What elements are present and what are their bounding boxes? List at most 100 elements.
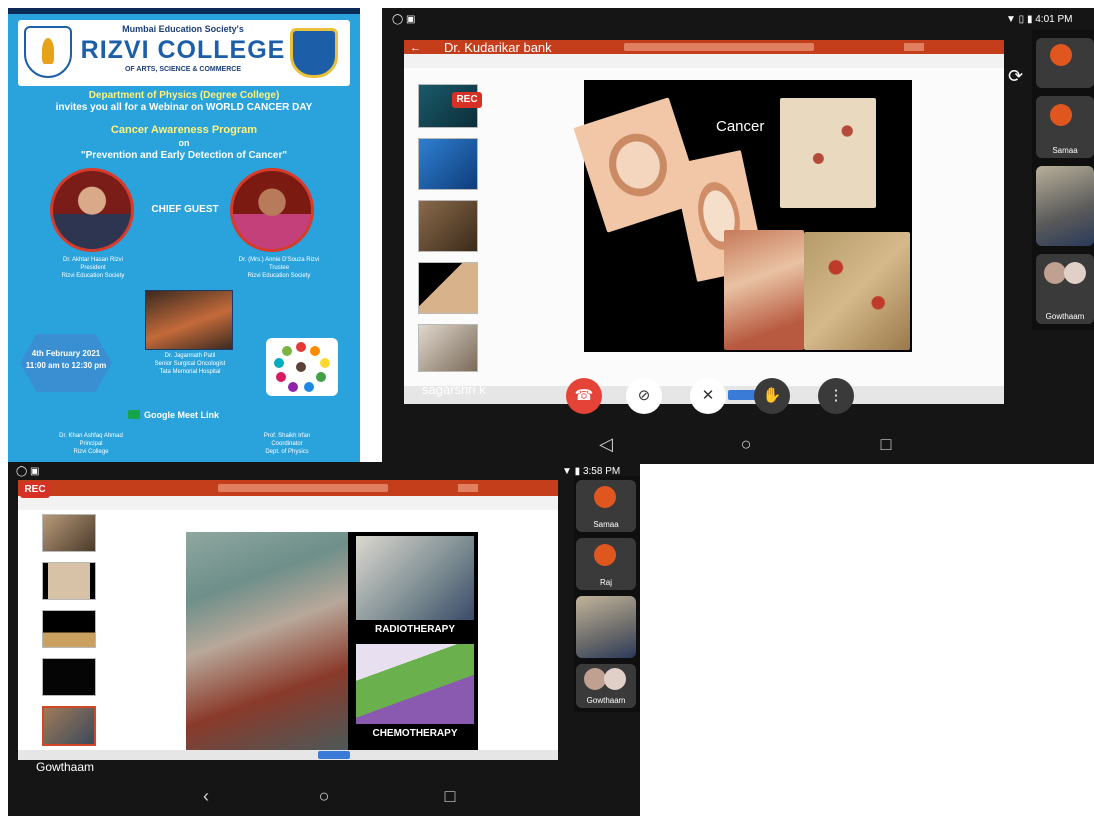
participant-tile[interactable]: Raj bbox=[576, 538, 636, 590]
tissue-image bbox=[804, 232, 910, 350]
college-emblem-icon bbox=[24, 26, 72, 78]
nav-home-icon[interactable]: ○ bbox=[312, 786, 336, 807]
status-icons-left: ◯ ▣ bbox=[392, 14, 416, 25]
nav-recents-icon[interactable]: □ bbox=[438, 786, 462, 807]
participant-name: Samaa bbox=[1052, 146, 1078, 155]
participant-tile[interactable] bbox=[1036, 38, 1094, 88]
meet-screenshot-1: ◯ ▣ ▼ ▯ ▮ 4:01 PM ← Dr. Kudarikar bank R… bbox=[382, 8, 1094, 464]
switch-camera-icon[interactable]: ⟳ bbox=[1008, 66, 1023, 87]
mic-off-button[interactable]: ✕ bbox=[690, 378, 726, 414]
society-name: Mumbai Education Society's bbox=[122, 24, 244, 34]
on-word: on bbox=[178, 138, 190, 148]
nav-recents-icon[interactable]: □ bbox=[874, 434, 898, 455]
footer-left: Dr. Khan Ashfaq Ahmad Principal Rizvi Co… bbox=[59, 433, 123, 455]
tissue-image bbox=[780, 98, 876, 208]
chief-guest-caption: Dr. Akhtar Hasan Rizvi President Rizvi E… bbox=[61, 257, 125, 279]
radiotherapy-photo bbox=[356, 536, 474, 620]
presentation-slide: RADIOTHERAPY CHEMOTHERAPY bbox=[186, 532, 478, 752]
participant-tile[interactable]: Samaa bbox=[576, 480, 636, 532]
participants-column: Samaa Raj Gowthaam bbox=[574, 476, 640, 712]
slide-thumbnail[interactable] bbox=[42, 610, 96, 648]
meet-screenshot-2: ◯ ▣ ▼ ▮ 3:58 PM REC RADIOTHERAPY CHEMOTH… bbox=[8, 462, 640, 816]
camera-off-button[interactable]: ⊘ bbox=[626, 378, 662, 414]
slide-thumbnail[interactable] bbox=[418, 324, 478, 372]
participant-tile[interactable]: Gowthaam bbox=[1036, 254, 1094, 324]
ribbon-tabs[interactable] bbox=[18, 496, 558, 510]
raise-hand-button[interactable]: ✋ bbox=[754, 378, 790, 414]
status-time: 4:01 PM bbox=[1035, 14, 1073, 25]
participant-avatar bbox=[584, 668, 606, 690]
participant-avatar bbox=[1064, 262, 1086, 284]
participant-tile[interactable]: Samaa bbox=[1036, 96, 1094, 158]
end-call-button[interactable]: ☎ bbox=[566, 378, 602, 414]
powerpoint-title-bar bbox=[18, 480, 558, 496]
participant-video-tile[interactable] bbox=[1036, 166, 1094, 246]
powerpoint-window: ← Dr. Kudarikar bank REC Cancer bbox=[404, 40, 1004, 404]
crest-icon bbox=[290, 28, 338, 78]
chief-guest-label: CHIEF GUEST bbox=[151, 204, 219, 215]
poster-header: Mumbai Education Society's RIZVI COLLEGE… bbox=[18, 20, 350, 86]
tissue-image bbox=[724, 230, 804, 350]
share-button[interactable] bbox=[904, 43, 924, 51]
guest-photo bbox=[230, 168, 314, 252]
meet-link-label: Google Meet Link bbox=[144, 410, 220, 420]
slide-title: Cancer bbox=[716, 118, 765, 135]
participant-name: Gowthaam bbox=[586, 696, 626, 705]
zoom-button[interactable] bbox=[318, 751, 350, 759]
date-badge: 4th February 2021 11:00 am to 12:30 pm bbox=[20, 334, 112, 392]
chemotherapy-label: CHEMOTHERAPY bbox=[372, 728, 458, 739]
webinar-topic: "Prevention and Early Detection of Cance… bbox=[80, 150, 288, 161]
slide-thumbnail[interactable] bbox=[42, 658, 96, 696]
powerpoint-window: REC RADIOTHERAPY CHEMOTHERAPY bbox=[18, 480, 558, 760]
participant-name: Gowthaam bbox=[1045, 312, 1085, 321]
meet-link: Google Meet Link bbox=[128, 410, 268, 420]
slide-thumbnail[interactable] bbox=[42, 562, 96, 600]
slide-thumbnail[interactable] bbox=[418, 138, 478, 190]
nav-back-icon[interactable]: ‹ bbox=[194, 786, 218, 807]
speaker-caption: Dr. Jagannath Patil Senior Surgical Onco… bbox=[154, 353, 226, 375]
awareness-ring-graphic bbox=[266, 338, 338, 396]
department-line: Department of Physics (Degree College) bbox=[88, 90, 280, 101]
slide-thumbnail-selected[interactable] bbox=[42, 706, 96, 746]
slide-thumbnail[interactable] bbox=[42, 514, 96, 552]
speaker-photo bbox=[145, 290, 233, 350]
rec-badge: REC bbox=[452, 92, 482, 108]
participant-avatar bbox=[594, 486, 616, 508]
participants-column: Samaa Gowthaam bbox=[1032, 30, 1094, 330]
surgery-photo bbox=[186, 532, 348, 752]
participant-video-tile[interactable] bbox=[576, 596, 636, 658]
nav-back-icon[interactable]: ◁ bbox=[594, 434, 618, 455]
chemotherapy-illustration bbox=[356, 644, 474, 724]
more-options-button[interactable]: ⋮ bbox=[818, 378, 854, 414]
webinar-poster: Mumbai Education Society's RIZVI COLLEGE… bbox=[8, 8, 360, 464]
status-icons-right: ▼ ▯ ▮ 4:01 PM bbox=[1006, 14, 1073, 25]
back-arrow-icon[interactable]: ← bbox=[410, 42, 421, 54]
rec-badge: REC bbox=[20, 482, 50, 498]
presentation-slide: Cancer bbox=[573, 80, 912, 352]
search-box[interactable] bbox=[624, 43, 814, 51]
participant-name: Samaa bbox=[593, 520, 619, 529]
college-subtitle: OF ARTS, SCIENCE & COMMERCE bbox=[124, 66, 242, 73]
ribbon-tabs[interactable] bbox=[404, 54, 1004, 68]
guest-caption: Dr. (Mrs.) Annie D'Souza Rizvi Trustee R… bbox=[238, 257, 320, 279]
radiotherapy-label: RADIOTHERAPY bbox=[374, 624, 455, 635]
invite-line: invites you all for a Webinar on WORLD C… bbox=[55, 102, 313, 113]
participant-avatar bbox=[1050, 104, 1072, 126]
presenting-user-name: sagarshri k bbox=[422, 382, 486, 397]
status-icons-left: ◯ ▣ bbox=[16, 466, 40, 477]
chief-guest-photo bbox=[50, 168, 134, 252]
powerpoint-status-bar bbox=[18, 750, 558, 760]
participant-avatar bbox=[1044, 262, 1066, 284]
footer-right: Prof. Shaikh Irfan Coordinator Dept. of … bbox=[263, 433, 311, 455]
search-box[interactable] bbox=[218, 484, 388, 492]
participant-name: Raj bbox=[599, 578, 612, 587]
college-name: RIZVI COLLEGE bbox=[80, 36, 286, 64]
share-button[interactable] bbox=[458, 484, 478, 492]
slide-thumbnail[interactable] bbox=[418, 262, 478, 314]
nav-home-icon[interactable]: ○ bbox=[734, 434, 758, 455]
presenter-name: Dr. Kudarikar bank bbox=[444, 40, 552, 55]
slide-thumbnail[interactable] bbox=[418, 200, 478, 252]
participant-tile[interactable]: Gowthaam bbox=[576, 664, 636, 708]
participant-avatar bbox=[594, 544, 616, 566]
program-title: Cancer Awareness Program bbox=[110, 124, 258, 136]
